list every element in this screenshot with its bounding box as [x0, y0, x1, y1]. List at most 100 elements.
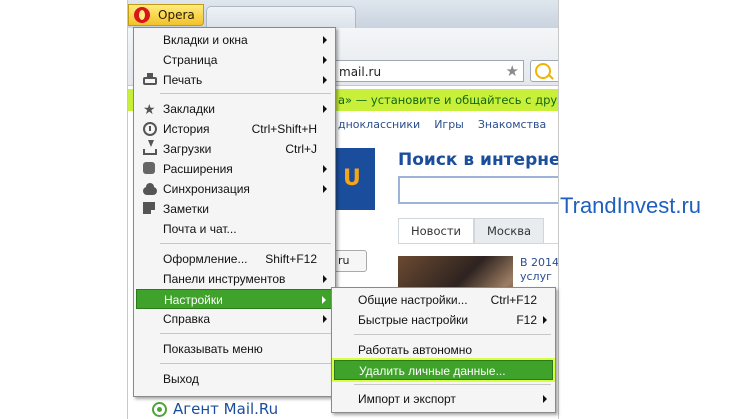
printer-icon [143, 73, 157, 85]
chevron-right-icon [322, 296, 326, 304]
bookmark-star-icon[interactable]: ★ [506, 62, 519, 80]
menu-item-label: Расширения [163, 162, 233, 176]
tab-news[interactable]: Новости [398, 218, 474, 243]
menu-item-label: Настройки [164, 293, 223, 307]
menu-item-label: Справка [163, 312, 211, 326]
shortcut-text: Shift+F12 [265, 252, 317, 266]
opera-menu-button[interactable]: Opera [128, 4, 204, 26]
chevron-right-icon [323, 165, 327, 173]
menu-item-label: Загрузки [163, 142, 212, 156]
menu-item-label: Печать [163, 73, 203, 87]
menu-item-label: Заметки [163, 202, 209, 216]
settings-submenu: Общие настройки... Ctrl+F12 Быстрые наст… [331, 287, 556, 413]
news-date[interactable]: В 2014 [520, 256, 558, 269]
opera-logo-icon [134, 7, 150, 23]
menu-item-help[interactable]: Справка [136, 309, 333, 329]
menu-item-settings[interactable]: Настройки [136, 289, 333, 309]
shortcut-text: F12 [516, 313, 537, 327]
chevron-right-icon [323, 56, 327, 64]
download-icon [143, 140, 157, 155]
menu-item-bookmarks[interactable]: ★ Закладки [136, 99, 333, 119]
logo-glyph: U [343, 166, 361, 191]
cloud-icon [143, 183, 157, 195]
menu-item-label: Почта и чат... [163, 222, 237, 236]
link-dating[interactable]: Знакомства [478, 118, 546, 131]
submenu-item-import-export[interactable]: Импорт и экспорт [334, 389, 553, 409]
tab-moscow[interactable]: Москва [474, 218, 545, 243]
clock-icon [143, 122, 157, 136]
menu-item-label: Импорт и экспорт [358, 392, 456, 406]
menu-item-page[interactable]: Страница [136, 50, 333, 70]
chevron-right-icon [323, 315, 327, 323]
news-tabs: Новости Москва [398, 218, 558, 244]
browser-tab[interactable] [206, 6, 356, 28]
menu-item-label: Показывать меню [163, 342, 263, 356]
site-links: дноклассники Игры Знакомства [338, 118, 546, 131]
menu-item-label: История [163, 122, 210, 136]
chevron-right-icon [543, 316, 547, 324]
menu-item-sync[interactable]: Синхронизация [136, 179, 333, 199]
menu-item-show-menu[interactable]: Показывать меню [136, 339, 333, 359]
shortcut-text: Ctrl+Shift+H [251, 122, 317, 136]
link-odnoklassniki[interactable]: дноклассники [338, 118, 420, 131]
menu-item-toolbars[interactable]: Панели инструментов [136, 269, 333, 289]
submenu-item-general-settings[interactable]: Общие настройки... Ctrl+F12 [334, 290, 553, 310]
menu-item-appearance[interactable]: Оформление... Shift+F12 [136, 249, 333, 269]
menu-item-label: Удалить личные данные... [359, 364, 506, 378]
chevron-right-icon [323, 185, 327, 193]
menu-item-history[interactable]: История Ctrl+Shift+H [136, 119, 333, 139]
menu-separator [160, 333, 331, 334]
search-engine-box[interactable] [530, 60, 558, 82]
chevron-right-icon [323, 275, 327, 283]
submenu-item-quick-settings[interactable]: Быстрые настройки F12 [334, 310, 553, 330]
menu-item-print[interactable]: Печать [136, 70, 333, 90]
shortcut-text: Ctrl+F12 [490, 293, 537, 307]
puzzle-icon [143, 162, 155, 174]
menu-separator [160, 93, 331, 94]
search-heading: Поиск в интернете [398, 150, 558, 170]
menu-separator [354, 334, 551, 335]
menu-item-notes[interactable]: Заметки [136, 199, 333, 219]
menu-item-label: Выход [163, 372, 199, 386]
submenu-item-work-offline[interactable]: Работать автономно [334, 340, 553, 360]
menu-item-label: Работать автономно [358, 343, 473, 357]
menu-item-label: Вкладки и окна [163, 33, 248, 47]
web-search-input[interactable] [398, 176, 558, 204]
menu-separator [160, 363, 331, 364]
address-bar[interactable]: mail.ru ★ [324, 60, 524, 82]
region-select[interactable]: ru [333, 250, 367, 272]
menu-item-downloads[interactable]: Загрузки Ctrl+J [136, 139, 333, 159]
address-text: mail.ru [339, 65, 382, 79]
menu-item-label: Общие настройки... [358, 293, 468, 307]
agent-mailru-link[interactable]: Агент Mail.Ru [152, 400, 278, 418]
submenu-item-delete-private-data[interactable]: Удалить личные данные... [332, 358, 555, 382]
news-snippet[interactable]: услуг [520, 270, 552, 283]
menu-item-label: Оформление... [163, 252, 248, 266]
promo-text: а» — установите и общайтесь с друз [338, 93, 559, 107]
chevron-right-icon [323, 36, 327, 44]
link-games[interactable]: Игры [434, 118, 464, 131]
menu-item-extensions[interactable]: Расширения [136, 159, 333, 179]
menu-item-label: Панели инструментов [163, 272, 286, 286]
menu-item-label: Страница [163, 53, 218, 67]
menu-item-tabs-windows[interactable]: Вкладки и окна [136, 30, 333, 50]
search-icon [535, 63, 551, 79]
watermark: TrandInvest.ru [560, 193, 702, 218]
tab-strip: Opera [128, 0, 558, 28]
menu-item-exit[interactable]: Выход [136, 369, 333, 389]
menu-item-label: Закладки [163, 102, 215, 116]
opera-main-menu: Вкладки и окна Страница Печать ★ Закладк… [133, 27, 336, 397]
chevron-right-icon [323, 105, 327, 113]
star-icon: ★ [143, 101, 156, 117]
agent-label: Агент Mail.Ru [173, 400, 279, 418]
menu-item-label: Быстрые настройки [358, 313, 469, 327]
opera-menu-label: Opera [158, 8, 195, 22]
chevron-right-icon [543, 395, 547, 403]
site-logo[interactable]: U [333, 148, 375, 210]
chevron-right-icon [323, 76, 327, 84]
menu-item-label: Синхронизация [163, 182, 250, 196]
agent-icon [152, 401, 167, 417]
shortcut-text: Ctrl+J [285, 142, 317, 156]
menu-separator [160, 243, 331, 244]
menu-item-mail-chat[interactable]: Почта и чат... [136, 219, 333, 239]
